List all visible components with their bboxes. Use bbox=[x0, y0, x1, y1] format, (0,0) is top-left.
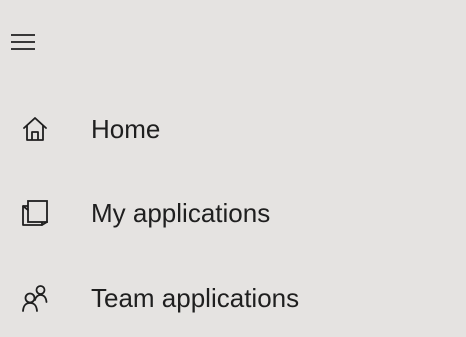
hamburger-menu-icon bbox=[11, 34, 35, 50]
nav-item-home-label: Home bbox=[91, 114, 161, 144]
nav-item-team-applications-label: Team applications bbox=[91, 283, 300, 313]
my-applications-icon bbox=[22, 200, 48, 226]
navigation-pane: Home My applications Team applications bbox=[0, 0, 466, 335]
hamburger-menu-button[interactable] bbox=[0, 14, 92, 78]
home-icon bbox=[23, 117, 47, 141]
team-icon bbox=[22, 285, 48, 312]
nav-item-my-applications[interactable]: My applications bbox=[0, 174, 466, 252]
nav-item-team-applications[interactable]: Team applications bbox=[0, 259, 466, 337]
nav-item-my-applications-label: My applications bbox=[91, 198, 271, 228]
nav-item-home[interactable]: Home bbox=[0, 90, 466, 168]
